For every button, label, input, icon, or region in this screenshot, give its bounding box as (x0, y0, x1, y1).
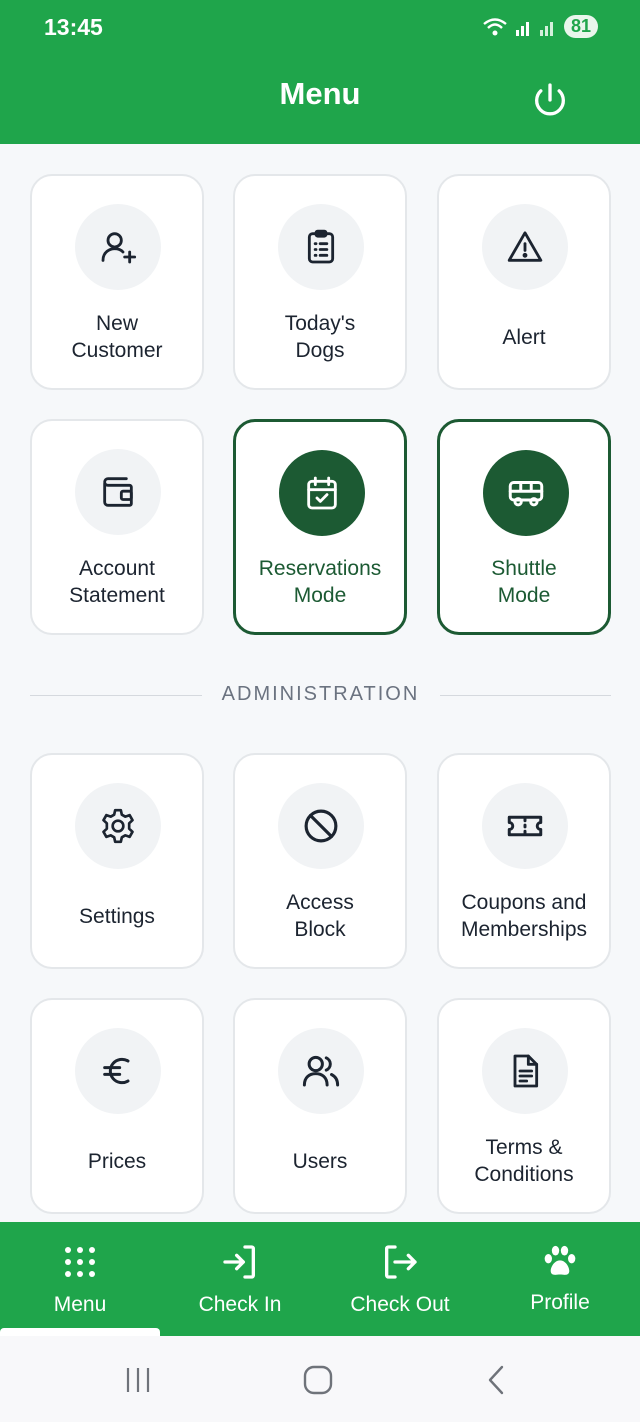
login-arrow-icon (223, 1245, 255, 1279)
nav-label: Check Out (350, 1293, 450, 1316)
tile-label: New Customer (71, 312, 163, 362)
user-plus-icon (101, 232, 137, 264)
status-bar: 13:45 81 (0, 0, 640, 56)
home-icon (303, 1365, 333, 1395)
tile-label: Alert (502, 325, 546, 349)
grid-dots-icon (65, 1247, 95, 1277)
shuttle-mode-tile[interactable]: Shuttle Mode (437, 419, 611, 635)
signal-strength-icon (515, 21, 553, 36)
nav-label: Menu (53, 1293, 107, 1316)
alert-triangle-icon (507, 231, 543, 262)
home-button[interactable] (288, 1358, 348, 1402)
wifi-icon (483, 17, 507, 35)
logout-arrow-icon (385, 1245, 417, 1279)
paw-icon (544, 1245, 576, 1275)
nav-menu[interactable]: Menu (0, 1222, 160, 1336)
tile-label: Settings (79, 904, 155, 928)
nav-label: Check In (198, 1293, 282, 1316)
tile-label: Reservations Mode (258, 557, 382, 607)
tile-label: Coupons and Memberships (460, 891, 588, 941)
ban-icon (304, 809, 338, 843)
tile-label: Users (292, 1149, 348, 1173)
administration-section-header: ADMINISTRATION (30, 681, 611, 711)
gear-icon (102, 808, 134, 844)
nav-check-in[interactable]: Check In (160, 1222, 320, 1336)
back-icon (488, 1365, 504, 1395)
document-icon (513, 1054, 539, 1088)
tile-label: Access Block (286, 891, 354, 941)
bus-icon (508, 481, 544, 507)
status-icons: 81 (482, 15, 598, 38)
divider-line (440, 695, 611, 696)
logout-button[interactable] (528, 78, 572, 122)
nav-profile[interactable]: Profile (480, 1222, 640, 1336)
recent-apps-icon (126, 1368, 150, 1392)
users-icon (302, 1055, 340, 1087)
tile-label: Account Statement (69, 557, 165, 607)
settings-tile[interactable]: Settings (30, 753, 204, 969)
power-icon (535, 83, 565, 116)
account-statement-tile[interactable]: Account Statement (30, 419, 204, 635)
nav-check-out[interactable]: Check Out (320, 1222, 480, 1336)
terms-conditions-tile[interactable]: Terms & Conditions (437, 998, 611, 1214)
battery-indicator: 81 (563, 15, 598, 38)
status-time: 13:45 (44, 14, 103, 40)
prices-tile[interactable]: Prices (30, 998, 204, 1214)
euro-icon (103, 1057, 130, 1085)
bottom-nav: Menu Check In Check Out Profile (0, 1222, 640, 1336)
tile-label: Shuttle Mode (491, 557, 557, 607)
recent-apps-button[interactable] (108, 1358, 168, 1402)
app-header: Menu (0, 56, 640, 144)
wallet-icon (103, 477, 133, 507)
system-nav-bar (0, 1336, 640, 1422)
active-nav-indicator (0, 1328, 160, 1336)
new-customer-tile[interactable]: New Customer (30, 174, 204, 390)
tile-label: Today's Dogs (284, 312, 356, 362)
access-block-tile[interactable]: Access Block (233, 753, 407, 969)
tile-label: Terms & Conditions (474, 1136, 574, 1186)
nav-label: Profile (530, 1291, 590, 1314)
alert-tile[interactable]: Alert (437, 174, 611, 390)
ticket-icon (507, 815, 543, 837)
coupons-memberships-tile[interactable]: Coupons and Memberships (437, 753, 611, 969)
reservations-mode-tile[interactable]: Reservations Mode (233, 419, 407, 635)
back-button[interactable] (466, 1358, 526, 1402)
todays-dogs-tile[interactable]: Today's Dogs (233, 174, 407, 390)
users-tile[interactable]: Users (233, 998, 407, 1214)
calendar-check-icon (307, 476, 337, 510)
clipboard-list-icon (307, 229, 335, 264)
tile-label: Prices (87, 1149, 147, 1173)
